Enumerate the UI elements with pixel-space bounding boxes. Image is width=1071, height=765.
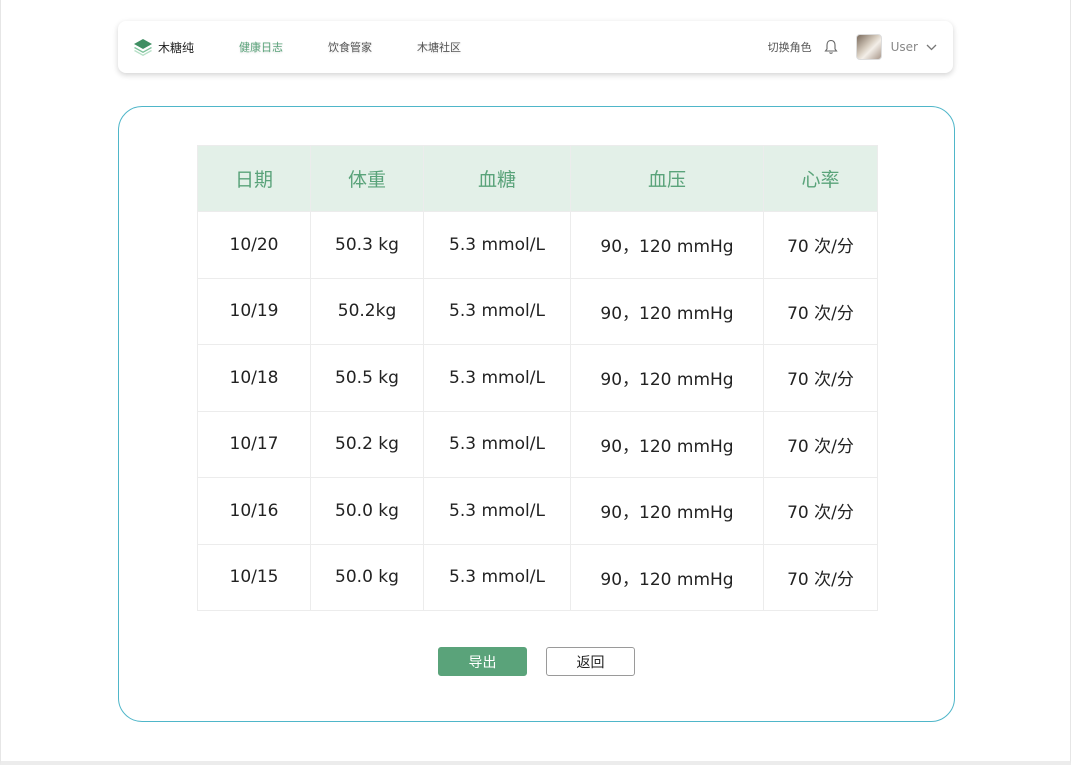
nav-item-health-log[interactable]: 健康日志 — [239, 39, 283, 55]
header-blood-sugar: 血糖 — [423, 145, 571, 212]
cell-weight: 50.3 kg — [310, 211, 424, 279]
bell-icon[interactable] — [824, 39, 838, 55]
layers-logo-icon — [134, 39, 152, 56]
table-row: 10/17 50.2 kg 5.3 mmol/L 90，120 mmHg 70 … — [197, 410, 878, 478]
nav-right: 切换角色 User — [768, 34, 937, 60]
cell-weight: 50.2 kg — [310, 410, 424, 478]
brand[interactable]: 木糖纯 — [133, 38, 194, 56]
cell-heart-rate: 70 次/分 — [763, 543, 878, 611]
header-blood-pressure: 血压 — [570, 145, 764, 212]
cell-blood-pressure: 90，120 mmHg — [570, 344, 764, 412]
export-button[interactable]: 导出 — [438, 647, 527, 676]
cell-blood-sugar: 5.3 mmol/L — [423, 477, 571, 545]
cell-blood-sugar: 5.3 mmol/L — [423, 410, 571, 478]
top-navbar: 木糖纯 健康日志 饮食管家 木塘社区 切换角色 User — [118, 21, 953, 73]
avatar[interactable] — [855, 34, 882, 60]
back-button[interactable]: 返回 — [546, 647, 635, 676]
table-row: 10/20 50.3 kg 5.3 mmol/L 90，120 mmHg 70 … — [197, 211, 878, 279]
cell-blood-sugar: 5.3 mmol/L — [423, 277, 571, 345]
nav-item-community[interactable]: 木塘社区 — [417, 39, 461, 55]
brand-name: 木糖纯 — [158, 40, 195, 55]
page: 木糖纯 健康日志 饮食管家 木塘社区 切换角色 User 日期 体重 血糖 血压… — [0, 0, 1071, 765]
switch-role-button[interactable]: 切换角色 — [768, 39, 812, 55]
cell-weight: 50.5 kg — [310, 344, 424, 412]
table-row: 10/19 50.2kg 5.3 mmol/L 90，120 mmHg 70 次… — [197, 277, 878, 345]
cell-weight: 50.2kg — [310, 277, 424, 345]
username[interactable]: User — [891, 40, 918, 54]
header-heart-rate: 心率 — [763, 145, 878, 212]
cell-heart-rate: 70 次/分 — [763, 477, 878, 545]
cell-heart-rate: 70 次/分 — [763, 277, 878, 345]
cell-heart-rate: 70 次/分 — [763, 344, 878, 412]
cell-date: 10/18 — [197, 344, 311, 412]
nav-links: 健康日志 饮食管家 木塘社区 — [239, 39, 506, 55]
table-row: 10/18 50.5 kg 5.3 mmol/L 90，120 mmHg 70 … — [197, 344, 878, 412]
table-row: 10/15 50.0 kg 5.3 mmol/L 90，120 mmHg 70 … — [197, 543, 878, 611]
cell-blood-pressure: 90，120 mmHg — [570, 477, 764, 545]
header-weight: 体重 — [310, 145, 424, 212]
cell-date: 10/17 — [197, 410, 311, 478]
table-row: 10/16 50.0 kg 5.3 mmol/L 90，120 mmHg 70 … — [197, 477, 878, 545]
nav-item-diet-manager[interactable]: 饮食管家 — [328, 39, 372, 55]
cell-heart-rate: 70 次/分 — [763, 211, 878, 279]
cell-date: 10/19 — [197, 277, 311, 345]
cell-blood-pressure: 90，120 mmHg — [570, 543, 764, 611]
header-date: 日期 — [197, 145, 311, 212]
cell-blood-pressure: 90，120 mmHg — [570, 211, 764, 279]
chevron-down-icon[interactable] — [926, 44, 937, 51]
cell-blood-pressure: 90，120 mmHg — [570, 410, 764, 478]
table-header-row: 日期 体重 血糖 血压 心率 — [197, 145, 878, 212]
cell-date: 10/16 — [197, 477, 311, 545]
cell-blood-sugar: 5.3 mmol/L — [423, 344, 571, 412]
cell-blood-sugar: 5.3 mmol/L — [423, 211, 571, 279]
cell-blood-sugar: 5.3 mmol/L — [423, 543, 571, 611]
cell-blood-pressure: 90，120 mmHg — [570, 277, 764, 345]
cell-date: 10/20 — [197, 211, 311, 279]
health-records-table: 日期 体重 血糖 血压 心率 10/20 50.3 kg 5.3 mmol/L … — [197, 145, 878, 611]
cell-heart-rate: 70 次/分 — [763, 410, 878, 478]
cell-weight: 50.0 kg — [310, 543, 424, 611]
cell-weight: 50.0 kg — [310, 477, 424, 545]
records-card: 日期 体重 血糖 血压 心率 10/20 50.3 kg 5.3 mmol/L … — [118, 106, 955, 722]
cell-date: 10/15 — [197, 543, 311, 611]
